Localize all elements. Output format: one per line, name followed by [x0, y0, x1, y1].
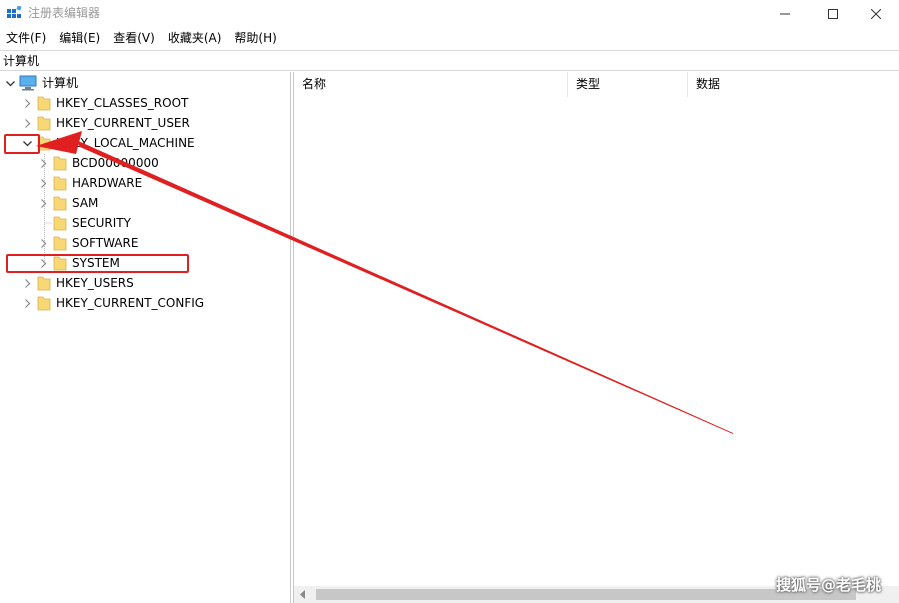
- annotation-highlight-expand: [4, 134, 40, 154]
- chevron-down-icon[interactable]: [5, 78, 16, 89]
- tree-label: BCD00000000: [72, 156, 159, 170]
- tree-node-bcd[interactable]: BCD00000000: [38, 153, 159, 173]
- folder-icon: [53, 196, 67, 211]
- folder-icon: [37, 276, 51, 291]
- annotation-highlight-system: [6, 254, 189, 273]
- menu-file[interactable]: 文件(F): [0, 28, 53, 49]
- chevron-right-icon[interactable]: [38, 238, 49, 249]
- watermark: 搜狐号@老毛桃: [775, 576, 881, 594]
- close-icon: [871, 9, 881, 19]
- tree-node-hkey-classes-root[interactable]: HKEY_CLASSES_ROOT: [22, 93, 188, 113]
- values-list-pane: 名称 类型 数据: [294, 72, 899, 603]
- chevron-right-icon[interactable]: [22, 278, 33, 289]
- column-header-data[interactable]: 数据: [688, 72, 899, 97]
- tree-label: HKEY_USERS: [56, 276, 134, 290]
- tree-label: SECURITY: [72, 216, 131, 230]
- chevron-right-icon[interactable]: [22, 98, 33, 109]
- tree-node-hardware[interactable]: HARDWARE: [38, 173, 142, 193]
- tree-label: SAM: [72, 196, 99, 210]
- close-button[interactable]: [853, 0, 899, 28]
- tree-pane: 计算机 HKEY_CLASSES_ROOT HKEY_CURRENT_USER …: [0, 72, 290, 603]
- folder-icon: [53, 236, 67, 251]
- tree-label: HKEY_CLASSES_ROOT: [56, 96, 189, 110]
- menu-edit[interactable]: 编辑(E): [53, 28, 107, 49]
- tree-node-software[interactable]: SOFTWARE: [38, 233, 138, 253]
- scroll-left-icon[interactable]: [298, 589, 308, 600]
- tree-label: HKEY_CURRENT_USER: [56, 116, 190, 130]
- tree-label: HARDWARE: [72, 176, 143, 190]
- tree-label: HKEY_CURRENT_CONFIG: [56, 296, 205, 310]
- tree-label-computer: 计算机: [42, 76, 79, 90]
- tree-node-security[interactable]: SECURITY: [53, 213, 131, 233]
- tree-label: HKEY_LOCAL_MACHINE: [56, 136, 195, 150]
- menu-bar: 文件(F) 编辑(E) 查看(V) 收藏夹(A) 帮助(H): [0, 28, 899, 49]
- registry-editor-icon: [7, 6, 22, 18]
- column-header-type[interactable]: 类型: [568, 72, 688, 97]
- minimize-icon: [780, 13, 790, 15]
- folder-icon: [53, 216, 67, 231]
- tree-node-hkey-current-config[interactable]: HKEY_CURRENT_CONFIG: [22, 293, 204, 313]
- window-title: 注册表编辑器: [28, 6, 101, 20]
- column-header-name[interactable]: 名称: [294, 72, 568, 97]
- chevron-right-icon[interactable]: [22, 118, 33, 129]
- minimize-button[interactable]: [762, 0, 808, 28]
- tree-node-hkey-local-machine[interactable]: HKEY_LOCAL_MACHINE: [22, 133, 195, 153]
- tree-node-sam[interactable]: SAM: [38, 193, 98, 213]
- tree-node-hkey-current-user[interactable]: HKEY_CURRENT_USER: [22, 113, 190, 133]
- address-path[interactable]: 计算机: [3, 53, 39, 69]
- menu-help[interactable]: 帮助(H): [228, 28, 283, 49]
- folder-icon: [53, 176, 67, 191]
- address-bar[interactable]: 计算机: [0, 50, 899, 71]
- maximize-icon: [828, 9, 838, 19]
- chevron-right-icon[interactable]: [22, 298, 33, 309]
- chevron-right-icon[interactable]: [38, 158, 49, 169]
- tree-node-computer[interactable]: 计算机: [5, 73, 78, 93]
- chevron-right-icon[interactable]: [38, 178, 49, 189]
- tree-label: SOFTWARE: [72, 236, 139, 250]
- folder-icon: [37, 96, 51, 111]
- menu-view[interactable]: 查看(V): [107, 28, 162, 49]
- folder-icon: [53, 156, 67, 171]
- chevron-right-icon[interactable]: [38, 198, 49, 209]
- folder-icon: [37, 116, 51, 131]
- title-bar: 注册表编辑器: [0, 0, 899, 28]
- tree-node-hkey-users[interactable]: HKEY_USERS: [22, 273, 134, 293]
- folder-icon: [37, 296, 51, 311]
- menu-favorites[interactable]: 收藏夹(A): [162, 28, 229, 49]
- computer-icon: [19, 75, 37, 91]
- maximize-button[interactable]: [810, 0, 856, 28]
